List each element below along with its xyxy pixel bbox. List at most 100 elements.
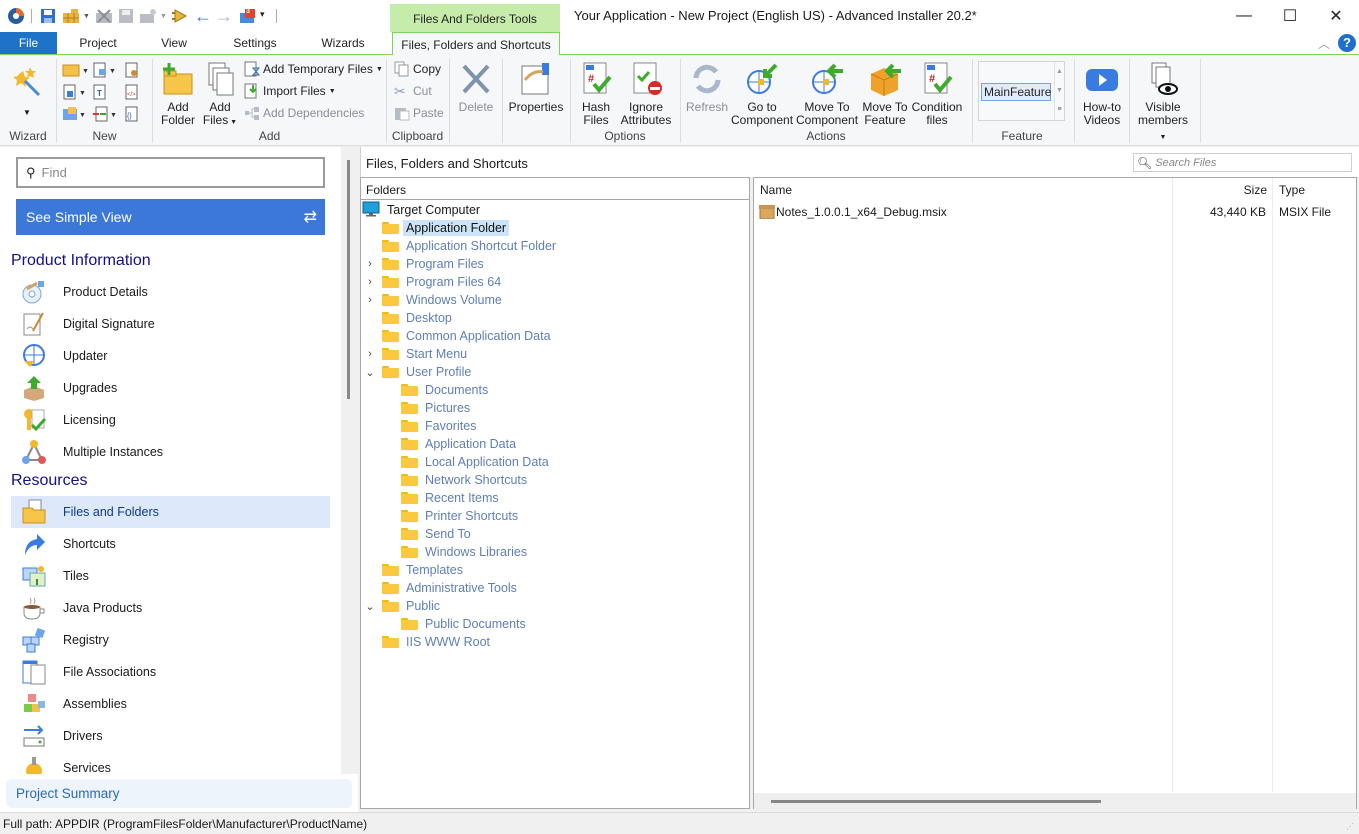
feature-selector[interactable]: MainFeature ▲ ▼ ≡ <box>978 61 1065 121</box>
tree-node[interactable]: › Program Files 64 <box>362 273 748 291</box>
tree-node[interactable]: Administrative Tools <box>362 579 748 597</box>
tab-wizards[interactable]: Wizards <box>307 32 379 54</box>
tree-node[interactable]: ⌄ Public <box>362 597 748 615</box>
tree-node[interactable]: Public Documents <box>362 615 748 633</box>
notifications-icon[interactable]: 3 <box>238 6 258 26</box>
sidebar-item-product-details[interactable]: Product Details <box>11 276 330 308</box>
sidebar-item-multiple-instances[interactable]: Multiple Instances <box>11 436 330 468</box>
tree-node[interactable]: Local Application Data <box>362 453 748 471</box>
app-logo-icon[interactable] <box>6 6 26 26</box>
sidebar-item-files-and-folders[interactable]: Files and Folders <box>11 496 330 528</box>
sidebar-item-assemblies[interactable]: Assemblies <box>11 688 330 720</box>
folders-column-header[interactable]: Folders <box>361 178 749 200</box>
minimize-button[interactable]: — <box>1221 0 1267 32</box>
customize-qa-icon[interactable]: ▾ <box>260 9 265 20</box>
tree-node[interactable]: Application Folder <box>362 219 748 237</box>
new-file-icon[interactable]: ▼ <box>92 62 118 81</box>
copy-button[interactable]: Copy <box>394 60 441 78</box>
see-simple-view-button[interactable]: See Simple View ⇄ <box>16 199 325 235</box>
properties-button[interactable]: Properties <box>508 61 564 114</box>
new-folder-icon[interactable]: ▼ <box>62 62 89 81</box>
new-xml-file-icon[interactable]: </> <box>124 84 140 103</box>
new-folder-shortcut-icon[interactable]: ▼ <box>62 106 88 125</box>
tab-view[interactable]: View <box>145 32 203 54</box>
move-to-feature-button[interactable]: Move To Feature <box>860 61 910 127</box>
tree-node[interactable]: › Windows Volume <box>362 291 748 309</box>
collapse-ribbon-icon[interactable]: ︿ <box>1318 35 1330 52</box>
new-text-file-icon[interactable]: T <box>92 84 108 103</box>
hash-files-button[interactable]: # Hash Files <box>576 61 616 127</box>
chevron-down-icon[interactable]: ⌄ <box>364 600 376 613</box>
ignore-attributes-button[interactable]: Ignore Attributes <box>620 61 672 127</box>
tree-node[interactable]: Pictures <box>362 399 748 417</box>
chevron-right-icon[interactable]: › <box>364 258 376 270</box>
maximize-button[interactable]: ☐ <box>1267 0 1313 32</box>
feature-selected-value[interactable]: MainFeature <box>981 83 1051 101</box>
help-icon[interactable]: ? <box>1338 34 1356 52</box>
wizard-button[interactable]: ▼ <box>10 61 44 117</box>
find-input[interactable]: ⚲ Find <box>16 157 325 188</box>
file-row[interactable]: Notes_1.0.0.1_x64_Debug.msix 43,440 KB M… <box>755 203 1355 221</box>
sidebar-item-digital-signature[interactable]: Digital Signature <box>11 308 330 340</box>
save-icon[interactable] <box>38 6 58 26</box>
tree-node[interactable]: Documents <box>362 381 748 399</box>
tree-node[interactable]: IIS WWW Root <box>362 633 748 651</box>
tree-node[interactable]: Application Shortcut Folder <box>362 237 748 255</box>
add-files-button[interactable]: Add Files ▼ <box>201 61 239 129</box>
tree-node[interactable]: Send To <box>362 525 748 543</box>
condition-files-button[interactable]: # Condition files <box>910 61 964 127</box>
scroll-down-icon[interactable]: ▼ <box>1055 81 1064 100</box>
project-summary-button[interactable]: Project Summary <box>6 779 352 808</box>
sidebar-item-upgrades[interactable]: Upgrades <box>11 372 330 404</box>
tree-node[interactable]: Common Application Data <box>362 327 748 345</box>
build-dropdown-icon[interactable]: ▼ <box>83 13 90 20</box>
tree-node[interactable]: Printer Shortcuts <box>362 507 748 525</box>
tree-node[interactable]: Windows Libraries <box>362 543 748 561</box>
resize-grip-icon[interactable]: ⋰ <box>1346 822 1354 831</box>
wizard-dropdown-icon[interactable]: ▼ <box>10 108 44 117</box>
sidebar-item-tiles[interactable]: Tiles <box>11 560 330 592</box>
tree-node[interactable]: Recent Items <box>362 489 748 507</box>
go-to-component-button[interactable]: Go to Component <box>731 61 793 127</box>
tab-project[interactable]: Project <box>64 32 132 54</box>
new-shortcut-icon[interactable]: ▼ <box>62 84 88 103</box>
tree-node[interactable]: Network Shortcuts <box>362 471 748 489</box>
navigation-scrollbar-thumb[interactable] <box>347 160 350 399</box>
chevron-right-icon[interactable]: › <box>364 276 376 288</box>
close-button[interactable]: ✕ <box>1313 0 1359 32</box>
sidebar-item-java-products[interactable]: Java Products <box>11 592 330 624</box>
tree-node[interactable]: Favorites <box>362 417 748 435</box>
tree-node[interactable]: Desktop <box>362 309 748 327</box>
build-icon[interactable] <box>61 6 81 26</box>
tree-node[interactable]: › Start Menu <box>362 345 748 363</box>
tree-node[interactable]: Templates <box>362 561 748 579</box>
move-to-component-button[interactable]: Move To Component <box>796 61 858 127</box>
tab-files-folders-shortcuts[interactable]: Files, Folders and Shortcuts <box>392 32 560 56</box>
import-files-button[interactable]: Import Files ▼ <box>244 82 336 100</box>
new-settings-file-icon[interactable] <box>124 62 140 81</box>
tab-file[interactable]: File <box>0 32 57 54</box>
column-divider[interactable] <box>1172 178 1173 792</box>
search-files-input[interactable]: 🔍︎ Search Files <box>1133 153 1352 172</box>
tree-node[interactable]: › Program Files <box>362 255 748 273</box>
column-header-size[interactable]: Size <box>1230 183 1267 197</box>
chevron-right-icon[interactable]: › <box>364 348 376 360</box>
add-temporary-files-button[interactable]: Add Temporary Files ▼ <box>244 60 383 78</box>
chevron-right-icon[interactable]: › <box>364 294 376 306</box>
sidebar-item-updater[interactable]: Updater <box>11 340 330 372</box>
chevron-down-icon[interactable]: ⌄ <box>364 366 376 379</box>
visible-members-button[interactable]: Visible members ▼ <box>1134 61 1192 144</box>
sidebar-item-drivers[interactable]: Drivers <box>11 720 330 752</box>
new-redirect-icon[interactable]: ▼ <box>92 106 118 125</box>
column-header-name[interactable]: Name <box>760 183 792 197</box>
column-header-type[interactable]: Type <box>1279 183 1305 197</box>
tree-node[interactable]: ⌄ User Profile <box>362 363 748 381</box>
sidebar-item-registry[interactable]: Registry <box>11 624 330 656</box>
add-folder-button[interactable]: Add Folder <box>158 61 198 127</box>
sidebar-item-file-associations[interactable]: File Associations <box>11 656 330 688</box>
sidebar-item-licensing[interactable]: Licensing <box>11 404 330 436</box>
scroll-up-icon[interactable]: ▲ <box>1055 62 1064 81</box>
files-horizontal-scrollbar-thumb[interactable] <box>771 800 1101 803</box>
tree-node[interactable]: Target Computer <box>362 201 748 219</box>
tree-node[interactable]: Application Data <box>362 435 748 453</box>
